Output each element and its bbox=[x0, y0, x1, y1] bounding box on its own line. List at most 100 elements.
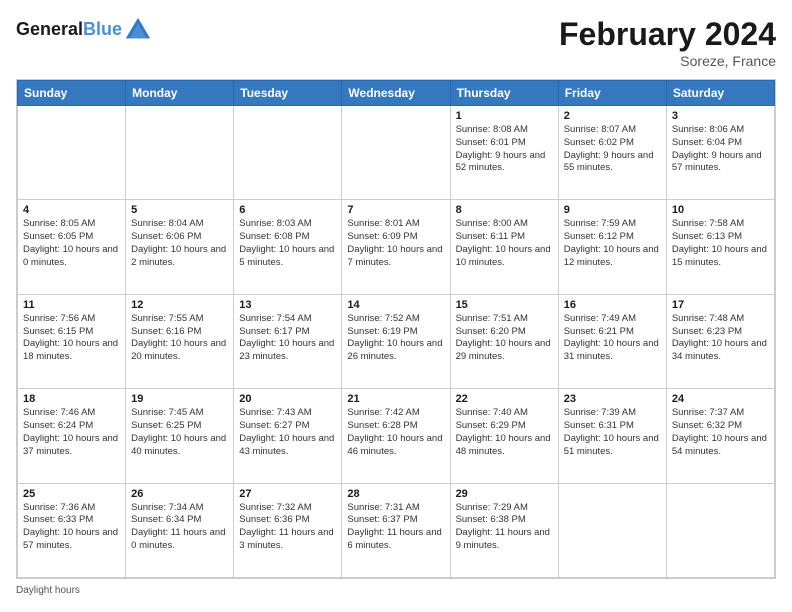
day-info: Sunrise: 7:29 AMSunset: 6:38 PMDaylight:… bbox=[456, 502, 553, 553]
calendar-cell: 23 Sunrise: 7:39 AMSunset: 6:31 PMDayligh… bbox=[558, 389, 666, 483]
day-number: 24 bbox=[672, 393, 769, 405]
day-number: 7 bbox=[347, 204, 444, 216]
day-info: Sunrise: 7:45 AMSunset: 6:25 PMDaylight:… bbox=[131, 407, 228, 458]
day-info: Sunrise: 8:04 AMSunset: 6:06 PMDaylight:… bbox=[131, 218, 228, 269]
day-info: Sunrise: 7:40 AMSunset: 6:29 PMDaylight:… bbox=[456, 407, 553, 458]
day-header: Sunday bbox=[18, 81, 126, 106]
day-header: Thursday bbox=[450, 81, 558, 106]
day-info: Sunrise: 7:59 AMSunset: 6:12 PMDaylight:… bbox=[564, 218, 661, 269]
calendar-cell bbox=[234, 106, 342, 200]
day-number: 2 bbox=[564, 110, 661, 122]
calendar-cell: 25Sunrise: 7:36 AMSunset: 6:33 PMDayligh… bbox=[18, 483, 126, 577]
week-row: 18 Sunrise: 7:46 AMSunset: 6:24 PMDayligh… bbox=[18, 389, 775, 483]
day-info: Sunrise: 8:01 AMSunset: 6:09 PMDaylight:… bbox=[347, 218, 444, 269]
day-number: 18 bbox=[23, 393, 120, 405]
calendar-cell: 7 Sunrise: 8:01 AMSunset: 6:09 PMDaylight… bbox=[342, 200, 450, 294]
calendar-cell: 13 Sunrise: 7:54 AMSunset: 6:17 PMDayligh… bbox=[234, 294, 342, 388]
calendar-cell bbox=[558, 483, 666, 577]
day-info: Sunrise: 8:00 AMSunset: 6:11 PMDaylight:… bbox=[456, 218, 553, 269]
day-info: Sunrise: 7:46 AMSunset: 6:24 PMDaylight:… bbox=[23, 407, 120, 458]
day-number: 6 bbox=[239, 204, 336, 216]
header: GeneralBlue February 2024 Soreze, France bbox=[16, 16, 776, 69]
footer: Daylight hours bbox=[16, 585, 776, 596]
calendar-cell: 11Sunrise: 7:56 AMSunset: 6:15 PMDayligh… bbox=[18, 294, 126, 388]
calendar-cell: 21 Sunrise: 7:42 AMSunset: 6:28 PMDayligh… bbox=[342, 389, 450, 483]
calendar-cell: 28 Sunrise: 7:31 AMSunset: 6:37 PMDayligh… bbox=[342, 483, 450, 577]
week-row: 11Sunrise: 7:56 AMSunset: 6:15 PMDayligh… bbox=[18, 294, 775, 388]
day-info: Sunrise: 8:06 AMSunset: 6:04 PMDaylight:… bbox=[672, 124, 769, 175]
calendar-cell: 9 Sunrise: 7:59 AMSunset: 6:12 PMDaylight… bbox=[558, 200, 666, 294]
calendar-cell: 26Sunrise: 7:34 AMSunset: 6:34 PMDayligh… bbox=[126, 483, 234, 577]
day-info: Sunrise: 8:05 AMSunset: 6:05 PMDaylight:… bbox=[23, 218, 120, 269]
day-number: 21 bbox=[347, 393, 444, 405]
day-header: Tuesday bbox=[234, 81, 342, 106]
day-number: 14 bbox=[347, 299, 444, 311]
calendar-cell bbox=[342, 106, 450, 200]
day-info: Sunrise: 8:08 AMSunset: 6:01 PMDaylight:… bbox=[456, 124, 553, 175]
calendar-cell bbox=[18, 106, 126, 200]
day-info: Sunrise: 7:42 AMSunset: 6:28 PMDaylight:… bbox=[347, 407, 444, 458]
day-header: Saturday bbox=[666, 81, 774, 106]
day-info: Sunrise: 7:48 AMSunset: 6:23 PMDaylight:… bbox=[672, 313, 769, 364]
day-info: Sunrise: 8:03 AMSunset: 6:08 PMDaylight:… bbox=[239, 218, 336, 269]
logo-text: GeneralBlue bbox=[16, 20, 122, 40]
logo-icon bbox=[124, 16, 152, 44]
calendar-cell: 10 Sunrise: 7:58 AMSunset: 6:13 PMDayligh… bbox=[666, 200, 774, 294]
day-info: Sunrise: 8:07 AMSunset: 6:02 PMDaylight:… bbox=[564, 124, 661, 175]
calendar-cell: 14 Sunrise: 7:52 AMSunset: 6:19 PMDayligh… bbox=[342, 294, 450, 388]
day-header: Wednesday bbox=[342, 81, 450, 106]
day-number: 13 bbox=[239, 299, 336, 311]
month-title: February 2024 bbox=[559, 16, 776, 53]
calendar-cell bbox=[666, 483, 774, 577]
day-info: Sunrise: 7:37 AMSunset: 6:32 PMDaylight:… bbox=[672, 407, 769, 458]
day-info: Sunrise: 7:43 AMSunset: 6:27 PMDaylight:… bbox=[239, 407, 336, 458]
day-number: 28 bbox=[347, 488, 444, 500]
page: GeneralBlue February 2024 Soreze, France… bbox=[0, 0, 792, 612]
day-header: Monday bbox=[126, 81, 234, 106]
day-number: 12 bbox=[131, 299, 228, 311]
week-row: 25Sunrise: 7:36 AMSunset: 6:33 PMDayligh… bbox=[18, 483, 775, 577]
day-number: 10 bbox=[672, 204, 769, 216]
calendar-cell: 6 Sunrise: 8:03 AMSunset: 6:08 PMDaylight… bbox=[234, 200, 342, 294]
day-info: Sunrise: 7:32 AMSunset: 6:36 PMDaylight:… bbox=[239, 502, 336, 553]
calendar-cell: 29Sunrise: 7:29 AMSunset: 6:38 PMDayligh… bbox=[450, 483, 558, 577]
calendar-cell: 4Sunrise: 8:05 AMSunset: 6:05 PMDaylight… bbox=[18, 200, 126, 294]
calendar-cell: 1 Sunrise: 8:08 AMSunset: 6:01 PMDaylight… bbox=[450, 106, 558, 200]
logo: GeneralBlue bbox=[16, 16, 152, 44]
week-row: 4Sunrise: 8:05 AMSunset: 6:05 PMDaylight… bbox=[18, 200, 775, 294]
calendar-cell: 17 Sunrise: 7:48 AMSunset: 6:23 PMDayligh… bbox=[666, 294, 774, 388]
day-number: 17 bbox=[672, 299, 769, 311]
calendar-cell: 18 Sunrise: 7:46 AMSunset: 6:24 PMDayligh… bbox=[18, 389, 126, 483]
calendar-cell: 3 Sunrise: 8:06 AMSunset: 6:04 PMDaylight… bbox=[666, 106, 774, 200]
day-number: 3 bbox=[672, 110, 769, 122]
calendar-cell: 8Sunrise: 8:00 AMSunset: 6:11 PMDaylight… bbox=[450, 200, 558, 294]
day-number: 1 bbox=[456, 110, 553, 122]
day-info: Sunrise: 7:36 AMSunset: 6:33 PMDaylight:… bbox=[23, 502, 120, 553]
calendar-cell: 27 Sunrise: 7:32 AMSunset: 6:36 PMDayligh… bbox=[234, 483, 342, 577]
day-number: 15 bbox=[456, 299, 553, 311]
day-info: Sunrise: 7:31 AMSunset: 6:37 PMDaylight:… bbox=[347, 502, 444, 553]
day-number: 9 bbox=[564, 204, 661, 216]
title-block: February 2024 Soreze, France bbox=[559, 16, 776, 69]
day-info: Sunrise: 7:49 AMSunset: 6:21 PMDaylight:… bbox=[564, 313, 661, 364]
day-number: 22 bbox=[456, 393, 553, 405]
day-info: Sunrise: 7:54 AMSunset: 6:17 PMDaylight:… bbox=[239, 313, 336, 364]
day-info: Sunrise: 7:39 AMSunset: 6:31 PMDaylight:… bbox=[564, 407, 661, 458]
day-header: Friday bbox=[558, 81, 666, 106]
calendar-cell: 5 Sunrise: 8:04 AMSunset: 6:06 PMDaylight… bbox=[126, 200, 234, 294]
day-info: Sunrise: 7:58 AMSunset: 6:13 PMDaylight:… bbox=[672, 218, 769, 269]
day-number: 5 bbox=[131, 204, 228, 216]
daylight-label: Daylight hours bbox=[16, 585, 80, 596]
day-info: Sunrise: 7:52 AMSunset: 6:19 PMDaylight:… bbox=[347, 313, 444, 364]
day-number: 26 bbox=[131, 488, 228, 500]
day-info: Sunrise: 7:55 AMSunset: 6:16 PMDaylight:… bbox=[131, 313, 228, 364]
day-number: 27 bbox=[239, 488, 336, 500]
calendar-cell: 16Sunrise: 7:49 AMSunset: 6:21 PMDayligh… bbox=[558, 294, 666, 388]
calendar-cell: 15Sunrise: 7:51 AMSunset: 6:20 PMDayligh… bbox=[450, 294, 558, 388]
day-number: 20 bbox=[239, 393, 336, 405]
day-info: Sunrise: 7:56 AMSunset: 6:15 PMDaylight:… bbox=[23, 313, 120, 364]
calendar-cell: 12 Sunrise: 7:55 AMSunset: 6:16 PMDayligh… bbox=[126, 294, 234, 388]
calendar-cell: 20 Sunrise: 7:43 AMSunset: 6:27 PMDayligh… bbox=[234, 389, 342, 483]
calendar-cell bbox=[126, 106, 234, 200]
day-number: 23 bbox=[564, 393, 661, 405]
